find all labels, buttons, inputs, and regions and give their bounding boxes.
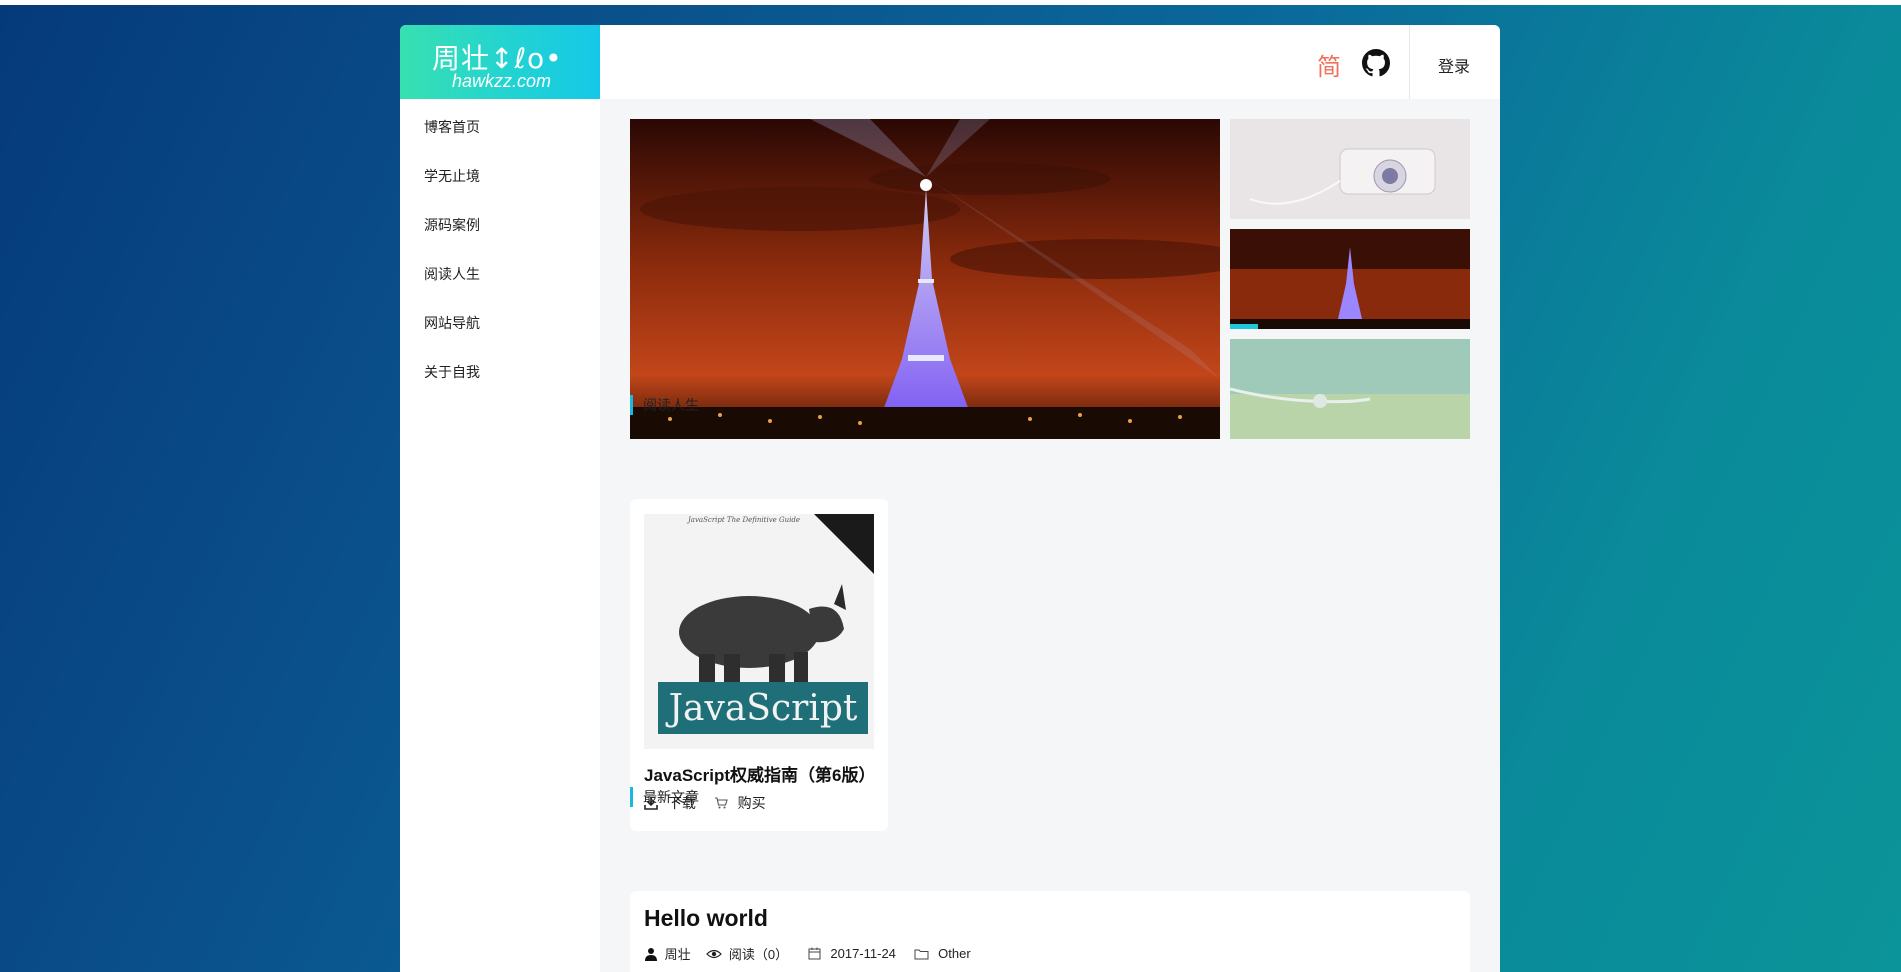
book-card[interactable]: JavaScript The Definitive Guide JavaScri… — [630, 499, 888, 831]
book-title[interactable]: JavaScript权威指南（第6版） — [644, 761, 875, 786]
post-card[interactable]: Hello world 周壮 阅读（0） 2017-11-24 Other — [630, 891, 1470, 972]
sidebar: 博客首页 学无止境 源码案例 阅读人生 网站导航 关于自我 — [400, 99, 600, 972]
folder-icon — [914, 949, 929, 959]
logo-domain: hawkzz.com — [452, 71, 552, 91]
carousel-thumbnail-eiffel[interactable] — [1230, 229, 1470, 329]
post-title[interactable]: Hello world — [644, 905, 768, 932]
top-border — [0, 0, 1901, 5]
book-cover-title: JavaScript — [665, 688, 858, 729]
top-bar: 简 登录 — [600, 25, 1500, 99]
page-shell: 周壮↕ℓo• hawkzz.com 简 登录 博客首页 学无止境 源码案例 阅读… — [400, 25, 1500, 972]
github-icon[interactable] — [1362, 49, 1390, 77]
cart-icon — [714, 797, 728, 809]
sidebar-item-home[interactable]: 博客首页 — [424, 117, 480, 137]
carousel-main-image[interactable] — [630, 119, 1220, 439]
sidebar-item-source[interactable]: 源码案例 — [424, 215, 480, 235]
buy-label: 购买 — [737, 795, 766, 811]
eye-icon — [706, 949, 723, 958]
login-divider — [1409, 25, 1410, 99]
user-icon — [645, 947, 657, 961]
sidebar-item-about[interactable]: 关于自我 — [424, 362, 480, 382]
sidebar-item-reading[interactable]: 阅读人生 — [424, 264, 480, 284]
post-date: 2017-11-24 — [830, 946, 896, 961]
post-author[interactable]: 周壮 — [665, 944, 691, 963]
main-content: 阅读人生 JavaScript The Definitive Guide Jav… — [600, 99, 1500, 972]
carousel-active-indicator — [1230, 324, 1258, 329]
post-views: 阅读（0） — [728, 947, 789, 962]
sidebar-item-navigation[interactable]: 网站导航 — [424, 313, 480, 333]
post-meta: 周壮 阅读（0） 2017-11-24 Other — [644, 944, 971, 963]
site-logo[interactable]: 周壮↕ℓo• hawkzz.com — [400, 25, 600, 99]
buy-link[interactable]: 购买 — [714, 793, 766, 813]
sidebar-item-learning[interactable]: 学无止境 — [424, 166, 480, 186]
login-button[interactable]: 登录 — [1438, 53, 1470, 77]
book-cover-header: JavaScript The Definitive Guide — [686, 516, 800, 524]
carousel-thumbnail-earphones[interactable] — [1230, 339, 1470, 439]
language-toggle[interactable]: 简 — [1317, 47, 1341, 82]
section-title-reading: 阅读人生 — [630, 395, 699, 415]
book-cover-image[interactable]: JavaScript The Definitive Guide JavaScri… — [644, 514, 874, 749]
section-title-latest: 最新文章 — [630, 787, 699, 807]
calendar-icon — [808, 947, 821, 960]
carousel-thumbnail-camera[interactable] — [1230, 119, 1470, 219]
post-category[interactable]: Other — [938, 946, 971, 961]
